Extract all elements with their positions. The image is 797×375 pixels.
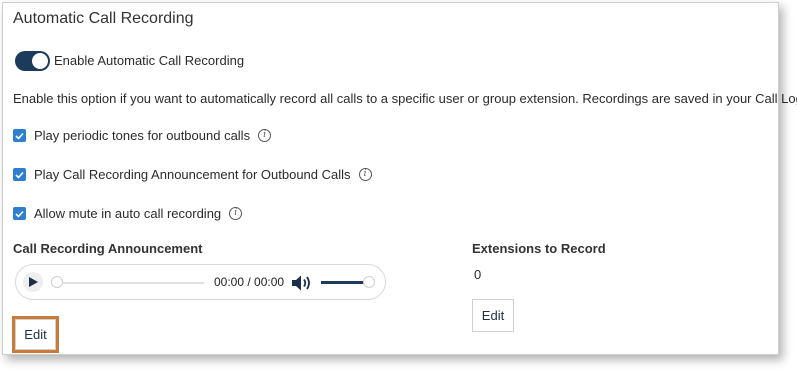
info-icon[interactable]: i bbox=[229, 207, 243, 220]
audio-player: 00:00 / 00:00 bbox=[15, 264, 386, 300]
description-text: Enable this option if you want to automa… bbox=[13, 91, 797, 106]
toggle-knob bbox=[32, 53, 48, 69]
seek-thumb[interactable] bbox=[51, 276, 63, 288]
play-icon bbox=[29, 277, 38, 287]
seek-bar[interactable] bbox=[51, 276, 204, 288]
allow-mute-checkbox[interactable] bbox=[13, 207, 26, 220]
periodic-tones-label: Play periodic tones for outbound calls bbox=[34, 128, 251, 143]
announcement-outbound-label: Play Call Recording Announcement for Out… bbox=[34, 167, 351, 182]
announcement-edit-button[interactable]: Edit bbox=[15, 319, 56, 350]
time-display: 00:00 / 00:00 bbox=[214, 275, 285, 289]
extensions-heading: Extensions to Record bbox=[472, 241, 606, 256]
option-announcement-outbound: Play Call Recording Announcement for Out… bbox=[13, 167, 372, 182]
info-icon[interactable]: i bbox=[358, 168, 372, 181]
volume-icon[interactable] bbox=[291, 274, 313, 292]
volume-thumb[interactable] bbox=[363, 276, 375, 288]
option-allow-mute: Allow mute in auto call recording i bbox=[13, 206, 243, 221]
extensions-edit-button[interactable]: Edit bbox=[472, 299, 514, 332]
allow-mute-label: Allow mute in auto call recording bbox=[34, 206, 222, 221]
panel-title: Automatic Call Recording bbox=[13, 10, 194, 27]
periodic-tones-checkbox[interactable] bbox=[13, 129, 26, 142]
info-icon[interactable]: i bbox=[258, 129, 272, 142]
announcement-heading: Call Recording Announcement bbox=[13, 241, 203, 256]
enable-recording-label: Enable Automatic Call Recording bbox=[54, 53, 245, 68]
option-periodic-tones: Play periodic tones for outbound calls i bbox=[13, 128, 272, 143]
play-button[interactable] bbox=[23, 272, 43, 292]
enable-recording-toggle[interactable] bbox=[15, 51, 50, 71]
auto-call-recording-panel: Automatic Call Recording Enable Automati… bbox=[2, 2, 797, 355]
announcement-outbound-checkbox[interactable] bbox=[13, 168, 26, 181]
volume-slider[interactable] bbox=[321, 276, 375, 288]
extensions-count: 0 bbox=[474, 267, 482, 282]
